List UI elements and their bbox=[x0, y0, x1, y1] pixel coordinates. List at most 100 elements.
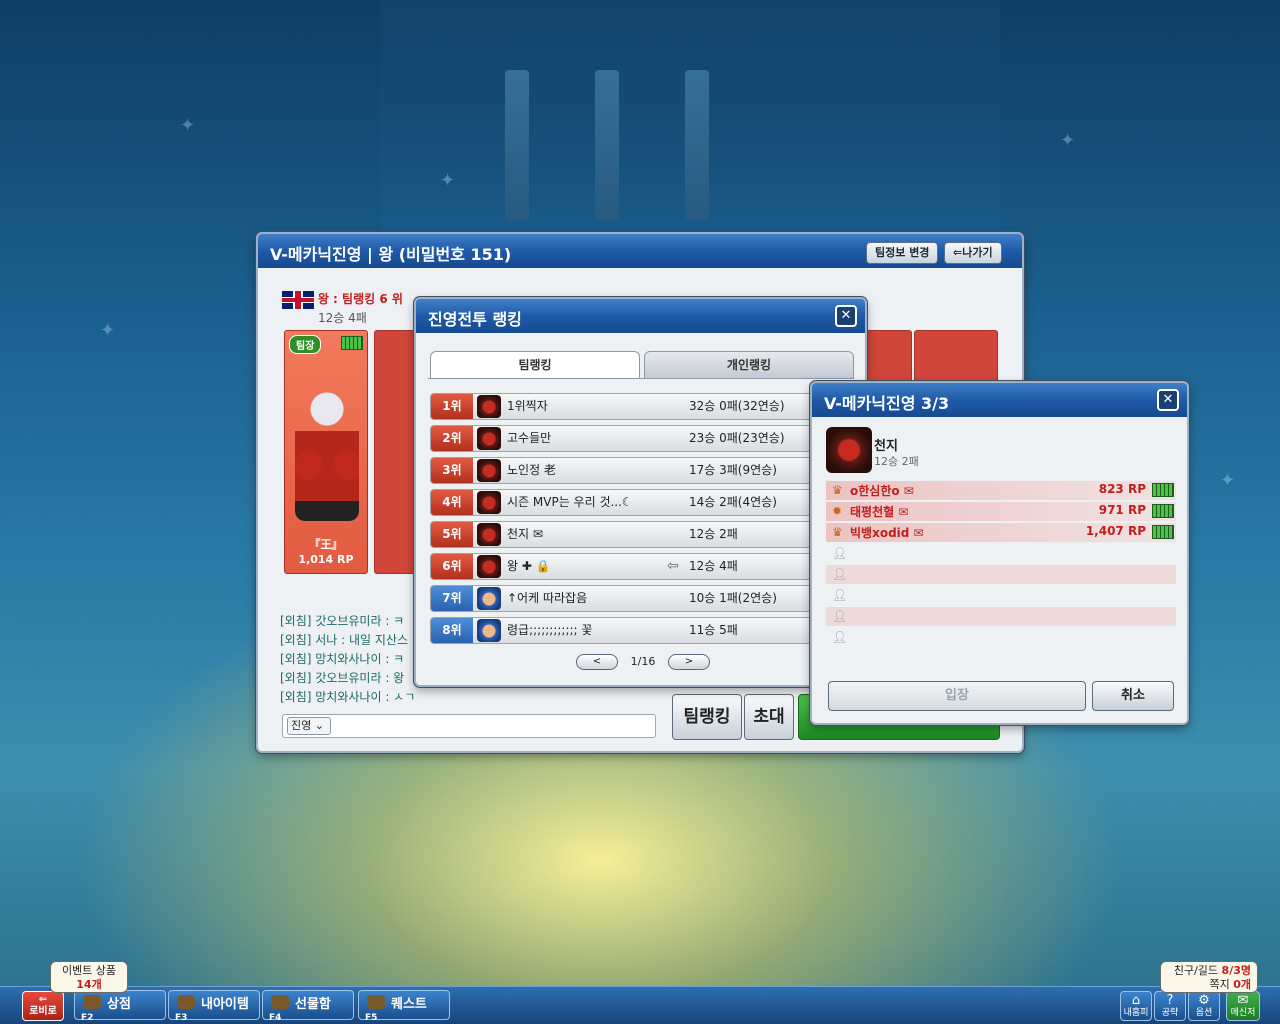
chat-channel-select[interactable]: 진영 ⌄ bbox=[287, 717, 331, 735]
team-record: 32승 0패(32연승) bbox=[689, 399, 785, 413]
member-row[interactable]: ♛ o한심한o ✉ 823 RP bbox=[826, 481, 1176, 500]
ranking-row[interactable]: 7위 ↑어케 따라잡음 10승 1패(2연승) bbox=[430, 585, 858, 612]
member-row[interactable]: ♛ 빅뱅xodid ✉ 1,407 RP bbox=[826, 523, 1176, 542]
team-name: 왕 ✚ 🔒 bbox=[507, 559, 551, 573]
options-label: 옵션 bbox=[1195, 1008, 1213, 1018]
team-name: 천지 ✉ bbox=[507, 527, 543, 541]
ranking-row[interactable]: 4위 시즌 MVP는 우리 것...☾ 14승 2패(4연승) bbox=[430, 489, 858, 516]
team-name: 시즌 MVP는 우리 것...☾ bbox=[507, 495, 633, 509]
player-slot-leader[interactable]: 팀장 『王』 1,014 RP bbox=[284, 330, 368, 574]
member-name: o한심한o ✉ bbox=[850, 484, 914, 498]
member-rp: 1,407 RP bbox=[1085, 524, 1146, 538]
member-name: 태평천혈 ✉ bbox=[850, 505, 909, 519]
team-record: 11승 5패 bbox=[689, 623, 738, 637]
background-star-icon: ✦ bbox=[1060, 130, 1076, 151]
signal-bars-icon bbox=[1152, 525, 1174, 539]
quest-label: 퀘스트 bbox=[391, 997, 427, 1012]
team-record: 17승 3패(9연승) bbox=[689, 463, 777, 477]
team-emblem-icon bbox=[477, 555, 501, 578]
ranking-row[interactable]: 3위 노인정 老 17승 3패(9연승) bbox=[430, 457, 858, 484]
team-emblem-icon bbox=[477, 587, 501, 610]
ranking-row-current[interactable]: 6위 왕 ✚ 🔒 ⇦ 12승 4패 bbox=[430, 553, 858, 580]
invite-button[interactable]: 초대 bbox=[744, 694, 794, 740]
team-name: ↑어케 따라잡음 bbox=[507, 591, 588, 605]
lobby-button[interactable]: ⇐ 로비로 bbox=[22, 991, 64, 1021]
camp-team-window: V-메카닉진영 3/3 ✕ 천지 12승 2패 ♛ o한심한o ✉ 823 RP… bbox=[810, 381, 1189, 725]
team-ranking-button[interactable]: 팀랭킹 bbox=[672, 694, 742, 740]
rank-medal-icon: ♛ bbox=[832, 525, 843, 539]
ranking-row[interactable]: 2위 고수들만 23승 0패(23연승) bbox=[430, 425, 858, 452]
next-page-button[interactable]: > bbox=[668, 654, 710, 670]
member-row-empty: 👤︎ bbox=[826, 607, 1176, 626]
rank-number: 8위 bbox=[431, 618, 473, 643]
homepage-button[interactable]: ⌂ 내홈피 bbox=[1120, 991, 1152, 1021]
ranking-row[interactable]: 1위 1위찍자 32승 0패(32연승) bbox=[430, 393, 858, 420]
rank-number: 6위 bbox=[431, 554, 473, 579]
exit-button[interactable]: ⇐나가기 bbox=[944, 242, 1002, 264]
messenger-button[interactable]: ✉ 메신저 bbox=[1226, 991, 1260, 1021]
tab-divider bbox=[428, 378, 853, 379]
my-items-button[interactable]: F3 내아이템 bbox=[168, 990, 260, 1023]
question-icon: ? bbox=[1166, 993, 1174, 1008]
member-rp: 823 RP bbox=[1098, 482, 1146, 496]
messenger-icon: ✉ bbox=[1237, 993, 1249, 1008]
gift-box-button[interactable]: F4 선물함 bbox=[262, 990, 354, 1023]
background-sword bbox=[595, 70, 619, 220]
tab-individual-ranking[interactable]: 개인랭킹 bbox=[644, 351, 854, 379]
rank-number: 3위 bbox=[431, 458, 473, 483]
player-name: 『王』 bbox=[309, 538, 343, 551]
team-record: 10승 1패(2연승) bbox=[689, 591, 777, 605]
friends-popup[interactable]: 친구/길드 8/3명 쪽지 0개 bbox=[1160, 961, 1258, 993]
team-record: 23승 0패(23연승) bbox=[689, 431, 785, 445]
background-sword bbox=[685, 70, 709, 220]
friends-label: 친구/길드 bbox=[1173, 964, 1219, 977]
messenger-label: 메신저 bbox=[1230, 1008, 1256, 1018]
chat-channel-label: 진영 bbox=[291, 719, 312, 732]
member-name: 빅뱅xodid ✉ bbox=[850, 526, 924, 540]
member-row-empty: 👤︎ bbox=[826, 544, 1176, 563]
close-icon[interactable]: ✕ bbox=[835, 305, 857, 327]
prev-page-button[interactable]: < bbox=[576, 654, 618, 670]
team-name: 1위찍자 bbox=[507, 399, 548, 413]
player-rp: 1,014 RP bbox=[298, 553, 354, 566]
options-button[interactable]: ⚙ 옵션 bbox=[1188, 991, 1220, 1021]
fkey-label: F2 bbox=[81, 1013, 94, 1023]
friends-count: 8/3명 bbox=[1221, 964, 1251, 977]
enter-button[interactable]: 입장 bbox=[828, 681, 1086, 711]
uk-flag-icon bbox=[282, 290, 314, 309]
team-record: 12승 4패 bbox=[318, 310, 367, 325]
rank-medal-icon: ♛ bbox=[832, 483, 843, 497]
cancel-button[interactable]: 취소 bbox=[1092, 681, 1174, 711]
notes-label: 쪽지 bbox=[1209, 978, 1230, 991]
quest-button[interactable]: F5 퀘스트 bbox=[358, 990, 450, 1023]
person-icon: 👤︎ bbox=[832, 567, 848, 581]
team-room-title-bar: V-메카닉진영 | 왕 (비밀번호 151) 팀정보 변경 ⇐나가기 bbox=[258, 234, 1022, 268]
team-record: 12승 2패 bbox=[689, 527, 738, 541]
rank-number: 7위 bbox=[431, 586, 473, 611]
fkey-label: F3 bbox=[175, 1013, 188, 1023]
rank-number: 2위 bbox=[431, 426, 473, 451]
guide-button[interactable]: ? 공략 bbox=[1154, 991, 1186, 1021]
close-icon[interactable]: ✕ bbox=[1157, 389, 1179, 411]
team-emblem-icon bbox=[477, 395, 501, 418]
ranking-row[interactable]: 5위 천지 ✉ 12승 2패 bbox=[430, 521, 858, 548]
shop-button[interactable]: F2 상점 bbox=[74, 990, 166, 1023]
player-slot-empty[interactable] bbox=[374, 330, 418, 574]
tab-team-ranking[interactable]: 팀랭킹 bbox=[430, 351, 640, 379]
chat-input[interactable]: 진영 ⌄ bbox=[282, 714, 656, 738]
ranking-row[interactable]: 8위 령급;;;;;;;;;;;; 꽃 11승 5패 bbox=[430, 617, 858, 644]
event-items-popup[interactable]: 이벤트 상품 14개 bbox=[50, 961, 128, 993]
team-rank-label: 왕 : 팀랭킹 6 위 bbox=[317, 292, 403, 306]
background-star-icon: ✦ bbox=[1220, 470, 1236, 491]
background-star-icon: ✦ bbox=[100, 320, 116, 341]
player-avatar bbox=[295, 391, 359, 521]
team-record: 14승 2패(4연승) bbox=[689, 495, 777, 509]
person-icon: 👤︎ bbox=[832, 630, 848, 644]
signal-bars-icon bbox=[341, 336, 363, 350]
edit-team-button[interactable]: 팀정보 변경 bbox=[866, 242, 939, 264]
lobby-label: 로비로 bbox=[29, 1006, 57, 1017]
member-row[interactable]: ✹ 태평천혈 ✉ 971 RP bbox=[826, 502, 1176, 521]
person-icon: 👤︎ bbox=[832, 546, 848, 560]
gear-icon: ⚙ bbox=[1198, 993, 1210, 1008]
team-emblem-icon bbox=[826, 427, 872, 473]
